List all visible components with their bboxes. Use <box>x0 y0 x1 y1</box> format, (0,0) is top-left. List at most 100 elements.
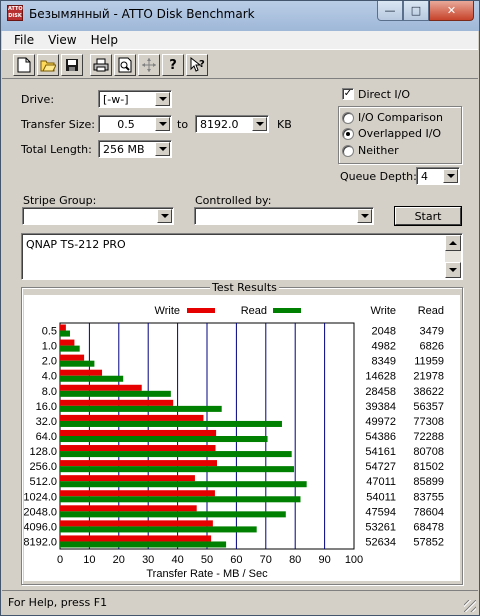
direct-io-checkbox[interactable]: ✓ <box>342 88 354 100</box>
overlapped-io-radio[interactable] <box>342 128 354 140</box>
x-tick-label: 20 <box>113 554 125 566</box>
write-value: 47594 <box>365 506 396 518</box>
read-value: 57852 <box>413 536 444 548</box>
x-axis-label: Transfer Rate - MB / Sec <box>146 568 268 580</box>
menu-view[interactable]: View <box>41 33 83 47</box>
description-scrollbar[interactable] <box>445 235 461 278</box>
read-column-header: Read <box>418 305 444 317</box>
read-bar <box>60 496 301 503</box>
x-tick-label: 80 <box>289 554 301 566</box>
menu-help[interactable]: Help <box>84 33 125 47</box>
read-value: 56357 <box>413 401 444 413</box>
chevron-down-icon[interactable] <box>155 142 170 156</box>
read-bar <box>60 511 286 518</box>
neither-label[interactable]: Neither <box>358 144 399 157</box>
x-tick-label: 60 <box>230 554 242 566</box>
read-bar <box>60 420 282 427</box>
x-tick-label: 10 <box>83 554 95 566</box>
total-length-select[interactable]: 256 MB <box>98 140 172 158</box>
y-tick-label: 512.0 <box>29 476 57 488</box>
read-value: 77308 <box>413 416 444 428</box>
chevron-down-icon[interactable] <box>357 209 372 223</box>
chevron-down-icon[interactable] <box>157 209 172 223</box>
y-tick-label: 4.0 <box>42 371 57 383</box>
legend-write-swatch <box>187 308 215 313</box>
controlled-by-select[interactable] <box>194 207 374 225</box>
menu-bar: File View Help <box>2 31 478 49</box>
write-value: 2048 <box>372 326 396 338</box>
write-value: 54011 <box>366 491 396 503</box>
write-value: 39384 <box>365 401 396 413</box>
help-icon[interactable]: ? <box>162 54 184 76</box>
menu-file[interactable]: File <box>2 33 41 47</box>
write-bar <box>60 460 217 467</box>
start-button[interactable]: Start <box>395 207 461 225</box>
app-window: ATTO DISK Безымянный - ATTO Disk Benchmar… <box>0 0 480 616</box>
y-tick-label: 128.0 <box>29 446 57 458</box>
move-icon[interactable] <box>138 54 160 76</box>
stripe-group-select[interactable] <box>22 207 174 225</box>
write-bar <box>60 490 215 497</box>
transfer-size-from-select[interactable]: 0.5 <box>98 115 172 133</box>
context-help-icon[interactable]: ? <box>186 54 208 76</box>
legend-read-label: Read <box>241 305 267 317</box>
save-icon[interactable] <box>61 54 83 76</box>
resize-grip-icon[interactable] <box>464 600 476 612</box>
write-bar <box>60 475 195 482</box>
read-value: 68478 <box>413 521 444 533</box>
controlled-by-label: Controlled by: <box>195 194 272 207</box>
write-bar <box>60 445 216 452</box>
y-tick-label: 2048.0 <box>24 506 57 518</box>
write-value: 4982 <box>372 341 396 353</box>
read-bar <box>60 405 222 412</box>
minimize-button[interactable]: — <box>377 1 403 21</box>
y-tick-label: 8.0 <box>42 386 57 398</box>
read-value: 21978 <box>413 371 444 383</box>
print-preview-icon[interactable] <box>114 54 136 76</box>
write-value: 14628 <box>365 371 396 383</box>
print-icon[interactable] <box>90 54 112 76</box>
io-comparison-radio[interactable] <box>342 112 354 124</box>
x-tick-label: 0 <box>57 554 63 566</box>
read-value: 83755 <box>413 491 444 503</box>
x-tick-label: 90 <box>318 554 330 566</box>
description-field[interactable]: QNAP TS-212 PRO <box>21 233 463 280</box>
write-bar <box>60 535 212 542</box>
write-value: 53261 <box>365 521 396 533</box>
write-bar <box>60 505 197 512</box>
read-value: 81502 <box>413 461 444 473</box>
open-icon[interactable] <box>37 54 59 76</box>
read-bar <box>60 451 292 458</box>
title-bar[interactable]: ATTO DISK Безымянный - ATTO Disk Benchmar… <box>1 1 479 31</box>
maximize-button[interactable]: □ <box>403 1 429 21</box>
read-value: 85899 <box>413 476 444 488</box>
read-bar <box>60 360 95 367</box>
y-tick-label: 1.0 <box>42 341 57 353</box>
y-tick-label: 1024.0 <box>24 491 57 503</box>
write-bar <box>60 429 217 436</box>
transfer-size-to-select[interactable]: 8192.0 <box>195 115 269 133</box>
transfer-size-label: Transfer Size: <box>21 118 96 131</box>
new-icon[interactable] <box>13 54 35 76</box>
description-text: QNAP TS-212 PRO <box>26 238 126 251</box>
write-column-header: Write <box>371 305 396 317</box>
neither-radio[interactable] <box>342 145 354 157</box>
window-title: Безымянный - ATTO Disk Benchmark <box>29 7 255 21</box>
x-tick-label: 100 <box>345 554 363 566</box>
write-bar <box>60 520 213 527</box>
chevron-down-icon[interactable] <box>252 117 267 131</box>
scroll-up-icon[interactable] <box>445 235 461 251</box>
chevron-down-icon[interactable] <box>155 92 170 106</box>
overlapped-io-label[interactable]: Overlapped I/O <box>358 127 441 140</box>
close-button[interactable]: ✕ <box>429 1 474 21</box>
queue-depth-select[interactable]: 4 <box>416 167 460 185</box>
scroll-down-icon[interactable] <box>445 262 461 278</box>
drive-select[interactable]: [-w-] <box>98 90 172 108</box>
io-comparison-label[interactable]: I/O Comparison <box>358 111 443 124</box>
read-value: 11959 <box>414 356 444 368</box>
direct-io-label[interactable]: Direct I/O <box>358 88 410 101</box>
chevron-down-icon[interactable] <box>155 117 170 131</box>
total-length-label: Total Length: <box>21 143 92 156</box>
chevron-down-icon[interactable] <box>443 169 458 183</box>
write-bar <box>60 369 103 376</box>
